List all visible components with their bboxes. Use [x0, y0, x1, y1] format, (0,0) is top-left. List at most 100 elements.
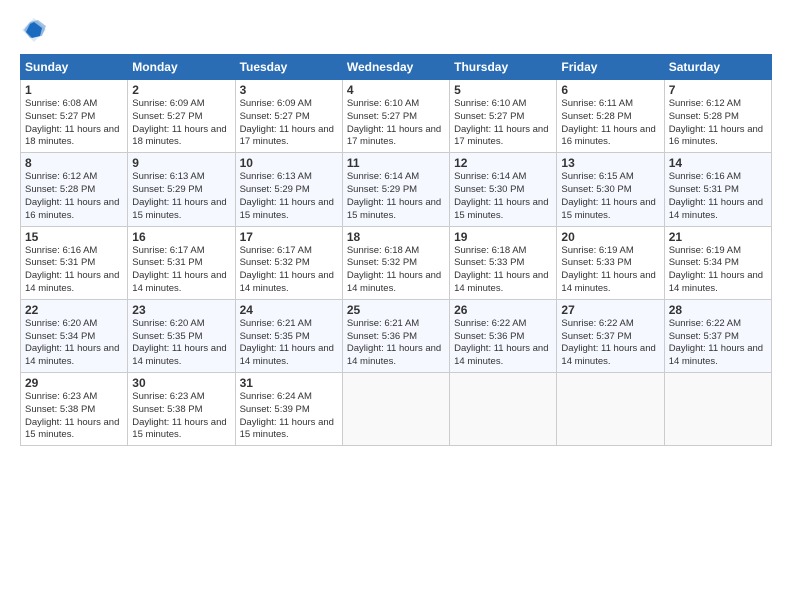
calendar-cell: 24 Sunrise: 6:21 AM Sunset: 5:35 PM Dayl…	[235, 299, 342, 372]
daylight-label: Daylight: 11 hours and 14 minutes.	[669, 197, 763, 221]
calendar-week-row: 29 Sunrise: 6:23 AM Sunset: 5:38 PM Dayl…	[21, 373, 772, 446]
calendar-cell: 9 Sunrise: 6:13 AM Sunset: 5:29 PM Dayli…	[128, 153, 235, 226]
calendar-cell: 20 Sunrise: 6:19 AM Sunset: 5:33 PM Dayl…	[557, 226, 664, 299]
sunrise-label: Sunrise: 6:21 AM	[347, 318, 419, 329]
sunset-label: Sunset: 5:36 PM	[347, 331, 417, 342]
daylight-label: Daylight: 11 hours and 15 minutes.	[240, 197, 334, 221]
calendar-cell: 17 Sunrise: 6:17 AM Sunset: 5:32 PM Dayl…	[235, 226, 342, 299]
daylight-label: Daylight: 11 hours and 14 minutes.	[132, 270, 226, 294]
day-number: 29	[25, 376, 123, 390]
sunrise-label: Sunrise: 6:19 AM	[669, 245, 741, 256]
sunset-label: Sunset: 5:27 PM	[347, 111, 417, 122]
calendar-cell: 14 Sunrise: 6:16 AM Sunset: 5:31 PM Dayl…	[664, 153, 771, 226]
sunset-label: Sunset: 5:37 PM	[561, 331, 631, 342]
cell-content: Sunrise: 6:19 AM Sunset: 5:33 PM Dayligh…	[561, 245, 659, 296]
daylight-label: Daylight: 11 hours and 14 minutes.	[347, 270, 441, 294]
header	[20, 16, 772, 44]
calendar-cell: 31 Sunrise: 6:24 AM Sunset: 5:39 PM Dayl…	[235, 373, 342, 446]
daylight-label: Daylight: 11 hours and 17 minutes.	[347, 124, 441, 148]
sunrise-label: Sunrise: 6:14 AM	[347, 171, 419, 182]
day-number: 30	[132, 376, 230, 390]
calendar-cell: 23 Sunrise: 6:20 AM Sunset: 5:35 PM Dayl…	[128, 299, 235, 372]
sunset-label: Sunset: 5:32 PM	[347, 257, 417, 268]
calendar-cell: 29 Sunrise: 6:23 AM Sunset: 5:38 PM Dayl…	[21, 373, 128, 446]
daylight-label: Daylight: 11 hours and 14 minutes.	[669, 270, 763, 294]
cell-content: Sunrise: 6:11 AM Sunset: 5:28 PM Dayligh…	[561, 98, 659, 149]
calendar-cell: 18 Sunrise: 6:18 AM Sunset: 5:32 PM Dayl…	[342, 226, 449, 299]
calendar-cell	[557, 373, 664, 446]
calendar-cell: 4 Sunrise: 6:10 AM Sunset: 5:27 PM Dayli…	[342, 80, 449, 153]
calendar-cell: 7 Sunrise: 6:12 AM Sunset: 5:28 PM Dayli…	[664, 80, 771, 153]
calendar-cell: 26 Sunrise: 6:22 AM Sunset: 5:36 PM Dayl…	[450, 299, 557, 372]
calendar-cell: 6 Sunrise: 6:11 AM Sunset: 5:28 PM Dayli…	[557, 80, 664, 153]
calendar-cell: 21 Sunrise: 6:19 AM Sunset: 5:34 PM Dayl…	[664, 226, 771, 299]
sunset-label: Sunset: 5:38 PM	[25, 404, 95, 415]
day-number: 9	[132, 156, 230, 170]
weekday-header-saturday: Saturday	[664, 55, 771, 80]
day-number: 14	[669, 156, 767, 170]
sunrise-label: Sunrise: 6:17 AM	[132, 245, 204, 256]
weekday-header-monday: Monday	[128, 55, 235, 80]
daylight-label: Daylight: 11 hours and 17 minutes.	[454, 124, 548, 148]
calendar-cell: 8 Sunrise: 6:12 AM Sunset: 5:28 PM Dayli…	[21, 153, 128, 226]
sunrise-label: Sunrise: 6:16 AM	[25, 245, 97, 256]
daylight-label: Daylight: 11 hours and 14 minutes.	[454, 270, 548, 294]
calendar-week-row: 8 Sunrise: 6:12 AM Sunset: 5:28 PM Dayli…	[21, 153, 772, 226]
sunrise-label: Sunrise: 6:17 AM	[240, 245, 312, 256]
day-number: 11	[347, 156, 445, 170]
cell-content: Sunrise: 6:21 AM Sunset: 5:35 PM Dayligh…	[240, 318, 338, 369]
day-number: 17	[240, 230, 338, 244]
calendar-cell: 19 Sunrise: 6:18 AM Sunset: 5:33 PM Dayl…	[450, 226, 557, 299]
sunset-label: Sunset: 5:31 PM	[132, 257, 202, 268]
daylight-label: Daylight: 11 hours and 14 minutes.	[132, 343, 226, 367]
calendar-cell: 13 Sunrise: 6:15 AM Sunset: 5:30 PM Dayl…	[557, 153, 664, 226]
sunrise-label: Sunrise: 6:09 AM	[132, 98, 204, 109]
cell-content: Sunrise: 6:12 AM Sunset: 5:28 PM Dayligh…	[25, 171, 123, 222]
sunrise-label: Sunrise: 6:11 AM	[561, 98, 633, 109]
daylight-label: Daylight: 11 hours and 14 minutes.	[25, 270, 119, 294]
day-number: 13	[561, 156, 659, 170]
calendar-cell: 1 Sunrise: 6:08 AM Sunset: 5:27 PM Dayli…	[21, 80, 128, 153]
daylight-label: Daylight: 11 hours and 14 minutes.	[561, 270, 655, 294]
daylight-label: Daylight: 11 hours and 16 minutes.	[669, 124, 763, 148]
day-number: 1	[25, 83, 123, 97]
sunset-label: Sunset: 5:27 PM	[454, 111, 524, 122]
day-number: 18	[347, 230, 445, 244]
cell-content: Sunrise: 6:16 AM Sunset: 5:31 PM Dayligh…	[669, 171, 767, 222]
sunrise-label: Sunrise: 6:10 AM	[454, 98, 526, 109]
daylight-label: Daylight: 11 hours and 15 minutes.	[347, 197, 441, 221]
day-number: 7	[669, 83, 767, 97]
sunrise-label: Sunrise: 6:14 AM	[454, 171, 526, 182]
daylight-label: Daylight: 11 hours and 16 minutes.	[561, 124, 655, 148]
sunset-label: Sunset: 5:35 PM	[240, 331, 310, 342]
sunrise-label: Sunrise: 6:13 AM	[240, 171, 312, 182]
daylight-label: Daylight: 11 hours and 16 minutes.	[25, 197, 119, 221]
sunrise-label: Sunrise: 6:24 AM	[240, 391, 312, 402]
cell-content: Sunrise: 6:18 AM Sunset: 5:33 PM Dayligh…	[454, 245, 552, 296]
day-number: 19	[454, 230, 552, 244]
cell-content: Sunrise: 6:14 AM Sunset: 5:29 PM Dayligh…	[347, 171, 445, 222]
daylight-label: Daylight: 11 hours and 14 minutes.	[347, 343, 441, 367]
cell-content: Sunrise: 6:20 AM Sunset: 5:34 PM Dayligh…	[25, 318, 123, 369]
weekday-header-tuesday: Tuesday	[235, 55, 342, 80]
daylight-label: Daylight: 11 hours and 17 minutes.	[240, 124, 334, 148]
sunset-label: Sunset: 5:33 PM	[454, 257, 524, 268]
day-number: 20	[561, 230, 659, 244]
weekday-header-row: SundayMondayTuesdayWednesdayThursdayFrid…	[21, 55, 772, 80]
sunset-label: Sunset: 5:34 PM	[25, 331, 95, 342]
daylight-label: Daylight: 11 hours and 15 minutes.	[454, 197, 548, 221]
daylight-label: Daylight: 11 hours and 14 minutes.	[561, 343, 655, 367]
sunset-label: Sunset: 5:29 PM	[240, 184, 310, 195]
cell-content: Sunrise: 6:22 AM Sunset: 5:36 PM Dayligh…	[454, 318, 552, 369]
calendar-cell: 27 Sunrise: 6:22 AM Sunset: 5:37 PM Dayl…	[557, 299, 664, 372]
logo-icon	[20, 16, 48, 44]
calendar-cell: 16 Sunrise: 6:17 AM Sunset: 5:31 PM Dayl…	[128, 226, 235, 299]
sunset-label: Sunset: 5:27 PM	[132, 111, 202, 122]
sunrise-label: Sunrise: 6:19 AM	[561, 245, 633, 256]
sunrise-label: Sunrise: 6:12 AM	[25, 171, 97, 182]
daylight-label: Daylight: 11 hours and 14 minutes.	[454, 343, 548, 367]
day-number: 15	[25, 230, 123, 244]
cell-content: Sunrise: 6:09 AM Sunset: 5:27 PM Dayligh…	[240, 98, 338, 149]
daylight-label: Daylight: 11 hours and 14 minutes.	[240, 270, 334, 294]
cell-content: Sunrise: 6:20 AM Sunset: 5:35 PM Dayligh…	[132, 318, 230, 369]
